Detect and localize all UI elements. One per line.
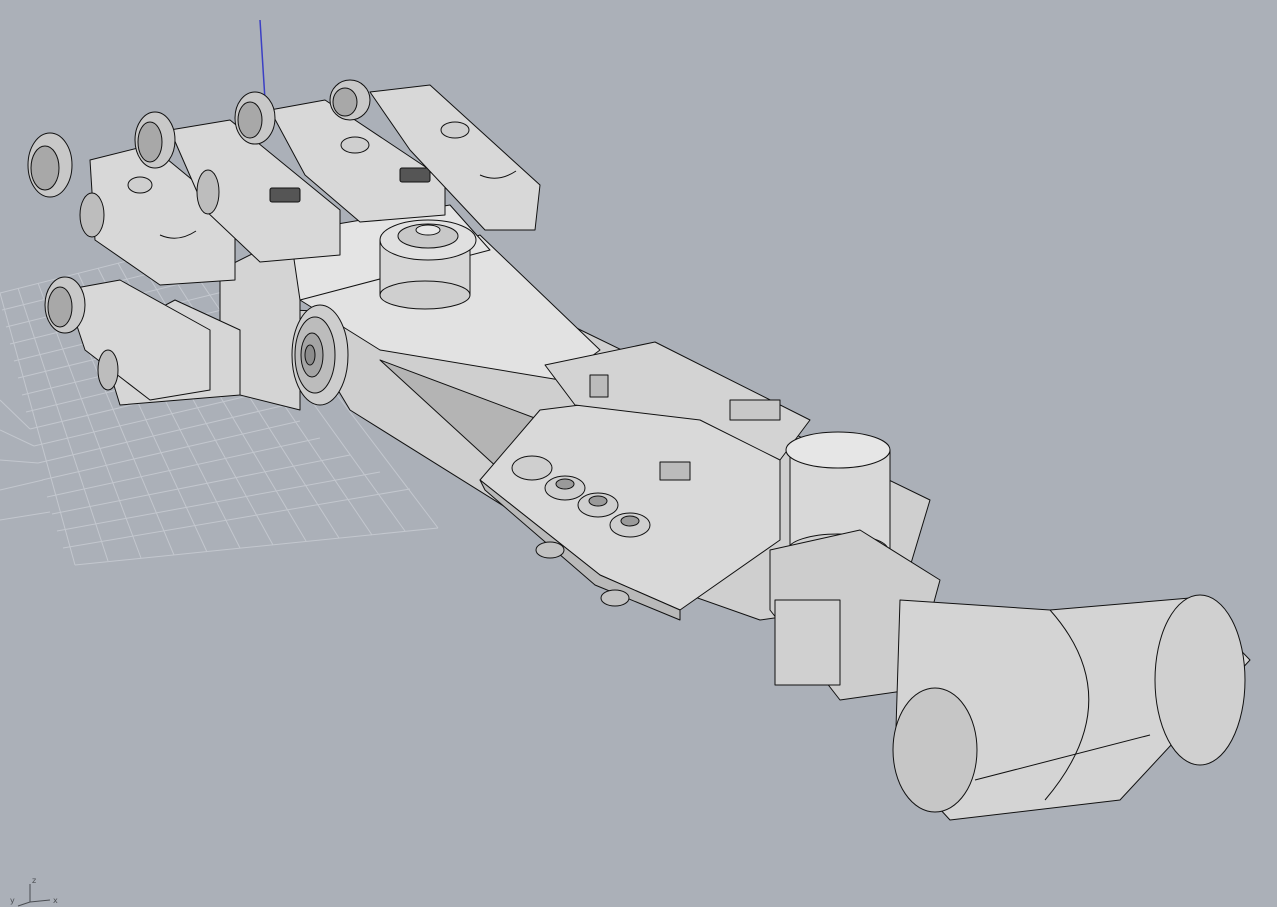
axis-z-label: z: [32, 876, 36, 885]
top-dome: [379, 219, 477, 310]
neck-lower-cylinder: [774, 599, 841, 686]
axis-y-label: y: [10, 896, 15, 905]
forward-cone: [892, 594, 1251, 821]
z-axis-line: [259, 19, 266, 101]
perspective-viewport[interactable]: z x y: [0, 0, 1277, 907]
ship-model[interactable]: [27, 79, 1251, 821]
axis-widget: z x y: [10, 876, 58, 907]
front-thruster: [291, 304, 349, 406]
axis-x-label: x: [53, 896, 58, 905]
viewport-canvas[interactable]: z x y: [0, 0, 1277, 907]
